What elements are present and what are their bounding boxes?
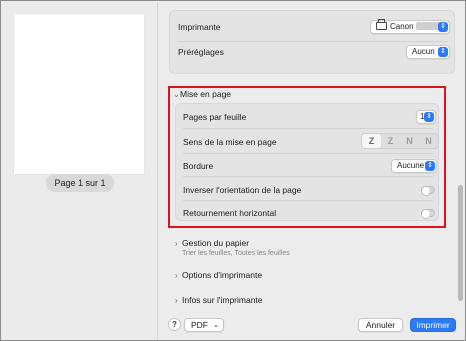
printer-icon: [376, 19, 387, 30]
chevron-updown-icon: ⇕: [438, 47, 448, 57]
print-dialog: Page 1 sur 1 Imprimante Canon ⇕ Prérégla…: [0, 0, 466, 341]
section-printer-options[interactable]: › Options d'imprimante: [175, 270, 262, 280]
help-button[interactable]: ?: [168, 318, 181, 331]
cancel-button[interactable]: Annuler: [358, 318, 403, 332]
preview-pane: Page 1 sur 1: [2, 2, 158, 340]
pdf-menu-button[interactable]: PDF ⌄: [184, 318, 224, 332]
printer-group: Imprimante Canon ⇕ Préréglages Aucun ⇕: [169, 10, 455, 70]
print-button[interactable]: Imprimer: [410, 318, 456, 332]
section-subtitle: Trier les feuilles, Toutes les feuilles: [182, 250, 290, 257]
printer-label: Imprimante: [178, 22, 221, 32]
page-preview: [14, 14, 144, 174]
vertical-scrollbar[interactable]: [458, 185, 463, 301]
section-printer-info[interactable]: › Infos sur l'imprimante: [175, 295, 263, 305]
chevron-updown-icon: ⇕: [438, 22, 448, 32]
chevron-right-icon: ›: [175, 239, 178, 248]
collapsed-group-edge: [169, 64, 455, 74]
section-paper-handling[interactable]: › Gestion du papier Trier les feuilles, T…: [175, 238, 290, 257]
presets-select[interactable]: Aucun ⇕: [406, 45, 450, 59]
presets-value: Aucun: [412, 47, 435, 56]
chevron-right-icon: ›: [175, 271, 178, 280]
chevron-down-icon: ⌄: [213, 322, 219, 329]
section-title: Gestion du papier: [182, 238, 250, 248]
printer-select[interactable]: Canon ⇕: [370, 19, 450, 34]
highlight-frame: [168, 86, 446, 228]
presets-label: Préréglages: [178, 47, 224, 57]
section-title: Options d'imprimante: [182, 270, 263, 280]
printer-value: Canon: [390, 22, 414, 31]
divider: [178, 41, 448, 42]
pdf-label: PDF: [191, 320, 208, 330]
page-count-label: Page 1 sur 1: [46, 174, 114, 192]
section-title: Infos sur l'imprimante: [182, 295, 263, 305]
chevron-right-icon: ›: [175, 296, 178, 305]
